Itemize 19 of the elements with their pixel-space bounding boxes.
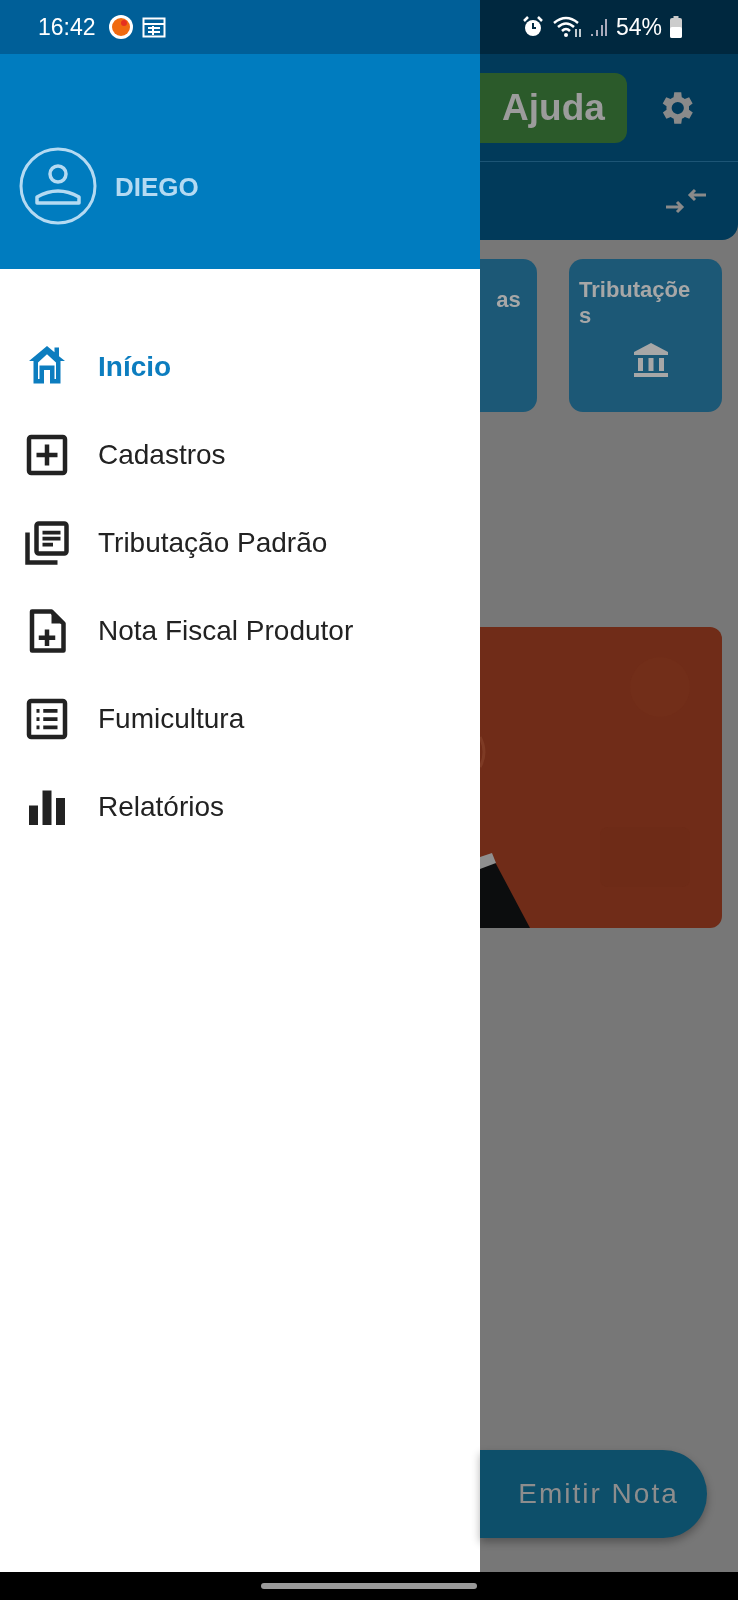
drawer-menu-item[interactable]: Relatórios [0,763,480,851]
collapse-arrows-icon[interactable] [664,186,708,216]
drawer-menu-item[interactable]: Cadastros [0,411,480,499]
drawer-menu-item[interactable]: Nota Fiscal Produtor [0,587,480,675]
battery-percentage: 54% [615,13,662,41]
drawer-menu-item[interactable]: Tributação Padrão [0,499,480,587]
gesture-handle[interactable] [261,1583,477,1589]
app-notification-icon [107,14,134,40]
documents-icon [23,519,71,567]
signal-icon [589,16,608,38]
battery-icon [670,16,682,38]
drawer-menu-item[interactable]: Início [0,323,480,411]
user-avatar-icon [19,147,97,225]
alarm-icon [521,16,544,38]
status-time: 16:42 [38,13,96,41]
wifi-icon [551,15,582,39]
drawer-menu-item[interactable]: Fumicultura [0,675,480,763]
calendar-icon [141,16,166,38]
user-name: DIEGO [115,172,199,203]
